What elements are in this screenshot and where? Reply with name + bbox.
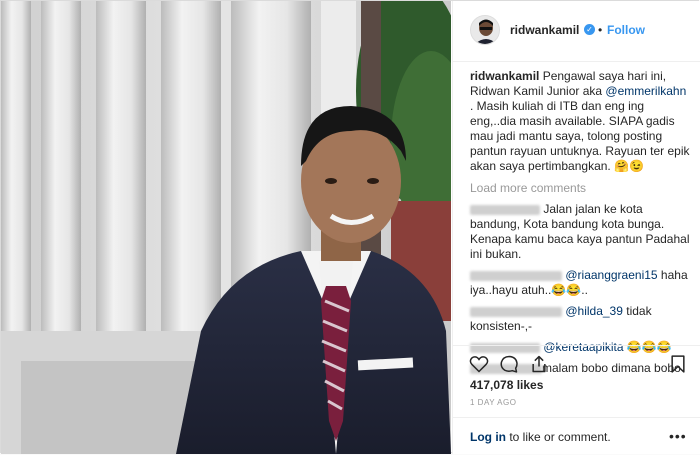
- post-timestamp[interactable]: 1 DAY AGO: [470, 398, 516, 407]
- comment-icon[interactable]: [499, 354, 519, 374]
- separator-dot: •: [598, 23, 603, 37]
- action-bar: [453, 345, 700, 380]
- heart-icon[interactable]: [469, 354, 489, 374]
- comment-item: @riaanggraeni15 haha iya..hayu atuh..😂😂.…: [470, 268, 692, 298]
- share-icon[interactable]: [529, 354, 549, 374]
- comment-item: Jalan jalan ke kota bandung, Kota bandun…: [470, 202, 692, 262]
- comment-mention[interactable]: @hilda_39: [565, 304, 623, 318]
- comment-item: @hilda_39 tidak konsisten-,-: [470, 304, 692, 334]
- username[interactable]: ridwankamil: [510, 23, 579, 37]
- follow-button[interactable]: Follow: [607, 23, 645, 37]
- likes-count[interactable]: 417,078 likes: [470, 378, 543, 392]
- avatar-image: [471, 16, 499, 44]
- post-header: ridwankamil ✓ • Follow: [453, 1, 700, 62]
- more-options-icon[interactable]: •••: [669, 428, 687, 444]
- login-prompt-text: to like or comment.: [506, 430, 611, 444]
- photo-image: [1, 1, 451, 454]
- caption-text-2: . Masih kuliah di ITB dan eng ing eng,..…: [470, 99, 690, 173]
- comment-mention[interactable]: @riaanggraeni15: [565, 268, 657, 282]
- login-bar: Log in to like or comment. •••: [453, 417, 700, 455]
- post-sidebar: ridwankamil ✓ • Follow ridwankamil Penga…: [452, 1, 700, 454]
- bookmark-icon[interactable]: [668, 354, 688, 374]
- caption-mention[interactable]: @emmerilkahn: [605, 84, 686, 98]
- caption-username[interactable]: ridwankamil: [470, 69, 539, 83]
- blurred-username: [470, 306, 562, 317]
- instagram-post-embed: ridwankamil ✓ • Follow ridwankamil Penga…: [0, 0, 700, 454]
- blurred-username: [470, 270, 562, 281]
- comments-list: ridwankamil Pengawal saya hari ini, Ridw…: [470, 69, 692, 382]
- verified-badge-icon: ✓: [584, 24, 595, 35]
- login-link[interactable]: Log in: [470, 430, 506, 444]
- avatar[interactable]: [470, 15, 500, 45]
- blurred-username: [470, 204, 540, 215]
- caption: ridwankamil Pengawal saya hari ini, Ridw…: [470, 69, 692, 174]
- post-photo[interactable]: [1, 1, 451, 454]
- login-prompt: Log in to like or comment.: [470, 430, 611, 444]
- load-more-comments-link[interactable]: Load more comments: [470, 181, 692, 196]
